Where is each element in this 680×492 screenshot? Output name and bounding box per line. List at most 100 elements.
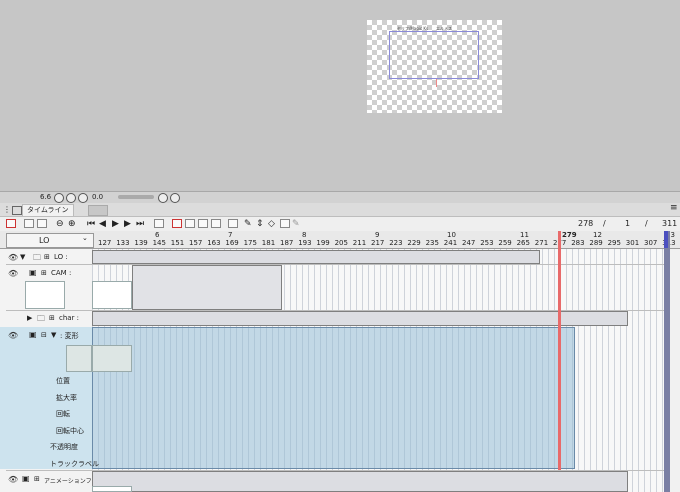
track-bar[interactable] [92,471,628,492]
playhead[interactable] [558,231,561,470]
panel-menu-icon[interactable]: ≡ [670,203,678,213]
rotate-slider[interactable] [118,195,154,199]
cel-thumbnail[interactable] [92,486,132,492]
track-bar[interactable] [92,250,540,264]
selected-track-bar[interactable] [92,327,575,469]
property-scale[interactable]: 拡大率 [56,393,77,403]
collapse-icon[interactable]: ⊟ [41,331,47,339]
ruler-major-label: 7 [228,231,233,239]
ruler-tick-label: 133 [116,239,130,247]
ruler-tick-label: 235 [425,239,439,247]
ruler-tick-label: 271 [534,239,549,247]
track-bar[interactable] [132,265,282,310]
zoom-in-icon[interactable]: ⊕ [68,219,76,229]
next-frame-icon[interactable]: ▶ [124,219,131,229]
ruler-tick-label: 157 [189,239,203,247]
delete-cel-icon[interactable] [198,219,208,228]
cel-thumbnail[interactable] [92,345,132,372]
zoom-out-icon[interactable] [54,193,64,203]
property-opacity[interactable]: 不透明度 [50,442,78,452]
current-frame[interactable]: 278 [578,219,593,228]
ruler-tick-label: 151 [170,239,185,247]
add-icon[interactable]: ⊞ [49,314,55,322]
layer-select[interactable]: LO ⌄ [6,233,94,248]
ruler-tick-label: 241 [443,239,458,247]
add-icon[interactable]: ⊞ [34,475,40,483]
layer-name[interactable]: char : [59,314,79,322]
grip-icon[interactable]: ⋮ [3,205,11,214]
ruler-tick-label: 169 [225,239,239,247]
cel-thumbnail[interactable] [92,281,132,309]
subframe: 1 [625,219,631,228]
ruler-major-label: 10 [447,231,456,239]
expand-icon[interactable]: ▼ [20,253,25,261]
interpolation-icon[interactable]: ⇕ [256,219,264,229]
layer-name[interactable]: : 変形 [60,331,79,341]
new-timeline-icon[interactable] [6,219,16,228]
frame-ruler[interactable]: 6 7 8 9 10 11 12 13 279 127 133 139 145 151 157 163 169 1… [92,231,676,248]
prev-frame-icon[interactable]: ◀ [99,219,106,229]
last-frame-icon[interactable]: ⏭ [136,219,144,229]
flip-icon[interactable] [170,193,180,203]
diamond-icon[interactable]: ◇ [268,219,275,229]
ruler-tick-label: 175 [243,239,257,247]
ruler-tick-label: 187 [280,239,294,247]
new-cel-icon[interactable] [172,219,182,228]
ruler-tick-label: 205 [334,239,348,247]
eye-icon[interactable]: 👁 [8,253,18,262]
keyframe-mode-icon[interactable] [280,219,290,228]
layer-name[interactable]: LO : [54,253,68,261]
property-position[interactable]: 位置 [56,376,70,386]
ruler-tick-label: 181 [261,239,276,247]
end-marker[interactable] [664,231,670,492]
property-track-label[interactable]: トラックラベル [50,459,99,469]
loop-icon[interactable] [154,219,164,228]
zoom-out-icon[interactable]: ⊖ [56,219,64,229]
end-frame[interactable]: 311 [662,219,677,228]
ruler-tick-label: 127 [98,239,112,247]
pencil-icon[interactable]: ✎ [292,219,300,229]
ruler-tick-label: 247 [462,239,476,247]
reset-rotation-icon[interactable] [158,193,168,203]
ruler-major-label: 8 [302,231,307,239]
canvas-label: セリフ/Magic Ks [397,26,429,31]
open-icon[interactable] [24,219,34,228]
eye-icon[interactable]: 👁 [8,269,18,278]
property-rotation[interactable]: 回転 [56,409,70,419]
ruler-tick-label: 259 [498,239,512,247]
zoom-value[interactable]: 6.6 [40,193,51,201]
keyframe-icon[interactable]: ✎ [244,219,252,229]
expand-icon[interactable]: ▶ [27,314,32,322]
ruler-tick-label: 199 [316,239,330,247]
ruler-tick-label: 139 [134,239,148,247]
play-icon[interactable]: ▶ [112,219,119,229]
end-marker-handle[interactable] [664,231,668,248]
ruler-tick-label: 295 [607,239,621,247]
track-bar[interactable] [92,311,628,326]
eye-icon[interactable]: 👁 [8,475,18,484]
ruler-tick-label: 229 [407,239,421,247]
ruler-major-label: 6 [155,231,160,239]
timeline-settings-icon[interactable] [37,219,47,228]
onion-skin-icon[interactable] [228,219,238,228]
image-icon: ▣ [29,268,37,277]
ruler-current-label: 279 [562,231,577,239]
add-icon[interactable]: ⊞ [44,253,50,261]
specify-cel-icon[interactable] [185,219,195,228]
angle-value[interactable]: 0.0 [92,193,103,201]
ruler-tick-label: 301 [625,239,640,247]
image-icon: ▣ [22,474,30,483]
layer-name[interactable]: CAM : [51,269,71,277]
first-frame-icon[interactable]: ⏮ [87,219,95,229]
expand-icon[interactable]: ▼ [51,331,56,339]
camera-frame [389,31,479,79]
canvas-label: エルメス [436,26,452,31]
zoom-in-icon[interactable] [66,193,76,203]
cel-list-icon[interactable] [211,219,221,228]
property-pivot[interactable]: 回転中心 [56,426,84,436]
eye-icon[interactable]: 👁 [8,331,18,340]
add-icon[interactable]: ⊞ [41,269,47,277]
tab-inactive[interactable] [88,205,108,216]
fit-icon[interactable] [78,193,88,203]
tab-timeline[interactable]: タイムライン [22,204,74,216]
